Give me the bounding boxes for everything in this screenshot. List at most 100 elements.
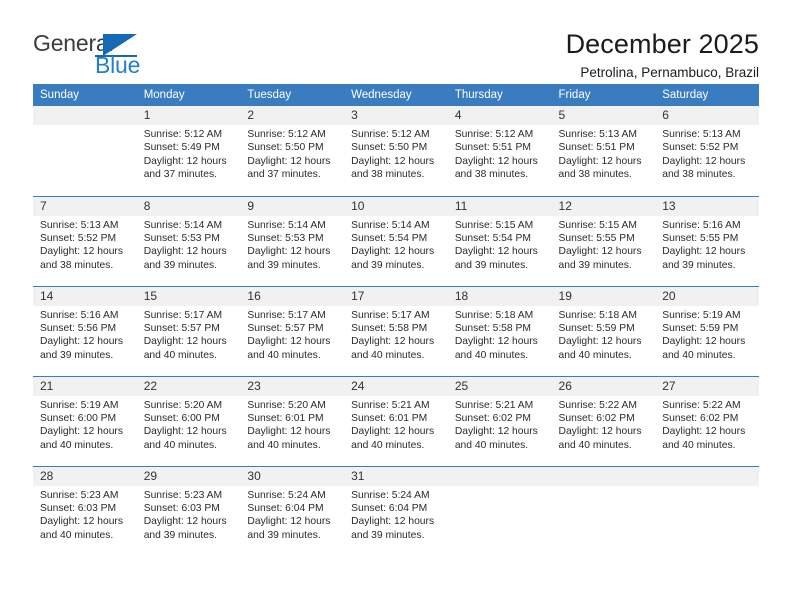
- calendar-day-cell[interactable]: 11 Sunrise: 5:15 AM Sunset: 5:54 PM Dayligh…: [447, 195, 552, 286]
- day-daylight-text: and 40 minutes.: [351, 439, 425, 451]
- calendar-day-cell[interactable]: 28 Sunrise: 5:23 AM Sunset: 6:03 PM Dayligh…: [33, 465, 137, 556]
- calendar-day-cell-empty: [551, 465, 656, 556]
- day-number: 23: [240, 376, 345, 396]
- day-sun-info: Sunrise: 5:17 AM Sunset: 5:57 PM Daylight:…: [240, 306, 344, 363]
- day-sunrise-text: Sunrise: 5:21 AM: [351, 399, 430, 411]
- calendar-day-cell[interactable]: 22 Sunrise: 5:20 AM Sunset: 6:00 PM Dayligh…: [136, 375, 241, 466]
- day-daylight-text: and 37 minutes.: [247, 169, 321, 181]
- day-daylight-text: and 39 minutes.: [351, 529, 425, 541]
- day-number: 7: [33, 196, 137, 216]
- day-number: 6: [655, 106, 759, 125]
- day-sun-info: Sunrise: 5:22 AM Sunset: 6:02 PM Daylight:…: [655, 396, 759, 453]
- day-number: 9: [240, 196, 345, 216]
- page-title: December 2025: [565, 29, 759, 59]
- day-sunrise-text: Sunrise: 5:15 AM: [558, 219, 637, 231]
- day-daylight-text: Daylight: 12 hours: [558, 246, 642, 258]
- day-sunrise-text: Sunrise: 5:12 AM: [351, 129, 430, 140]
- day-daylight-text: Daylight: 12 hours: [247, 426, 331, 438]
- day-sun-info: Sunrise: 5:18 AM Sunset: 5:58 PM Daylight:…: [448, 306, 552, 363]
- calendar-day-cell[interactable]: 14 Sunrise: 5:16 AM Sunset: 5:56 PM Dayligh…: [33, 285, 137, 376]
- day-number: 5: [551, 106, 656, 125]
- day-sunset-text: Sunset: 5:55 PM: [662, 232, 739, 244]
- day-number: 27: [655, 376, 759, 396]
- calendar-day-cell[interactable]: 23 Sunrise: 5:20 AM Sunset: 6:01 PM Dayligh…: [240, 375, 345, 466]
- day-sunset-text: Sunset: 6:02 PM: [558, 412, 635, 424]
- day-sunrise-text: Sunrise: 5:12 AM: [454, 129, 534, 140]
- day-number: 18: [447, 286, 552, 306]
- calendar-day-cell[interactable]: 9 Sunrise: 5:14 AM Sunset: 5:53 PM Daylight…: [240, 195, 345, 286]
- day-sun-info: Sunrise: 5:22 AM Sunset: 6:02 PM Daylight:…: [552, 396, 656, 453]
- day-sun-info: Sunrise: 5:16 AM Sunset: 5:56 PM Daylight:…: [33, 306, 137, 363]
- day-daylight-text: Daylight: 12 hours: [454, 246, 538, 258]
- day-sunrise-text: Sunrise: 5:23 AM: [143, 489, 223, 501]
- day-number: 20: [655, 286, 759, 306]
- day-sunset-text: Sunset: 6:04 PM: [351, 502, 428, 514]
- day-daylight-text: and 39 minutes.: [247, 529, 321, 541]
- day-sunrise-text: Sunrise: 5:18 AM: [454, 309, 534, 321]
- calendar-day-cell[interactable]: 26 Sunrise: 5:22 AM Sunset: 6:02 PM Dayligh…: [551, 375, 656, 466]
- calendar-day-cell[interactable]: 13 Sunrise: 5:16 AM Sunset: 5:55 PM Dayligh…: [655, 195, 759, 286]
- day-daylight-text: Daylight: 12 hours: [454, 336, 538, 348]
- day-sun-info: Sunrise: 5:23 AM Sunset: 6:03 PM Daylight:…: [33, 486, 137, 543]
- calendar-day-cell[interactable]: 4 Sunrise: 5:12 AM Sunset: 5:51 PM Daylight…: [447, 106, 552, 196]
- calendar-day-cell[interactable]: 5 Sunrise: 5:13 AM Sunset: 5:51 PM Daylight…: [551, 106, 656, 196]
- title-block: December 2025 Petrolina, Pernambuco, Bra…: [566, 28, 759, 84]
- day-sunrise-text: Sunrise: 5:22 AM: [662, 399, 741, 411]
- calendar-day-cell[interactable]: 3 Sunrise: 5:12 AM Sunset: 5:50 PM Daylight…: [344, 106, 448, 196]
- day-sunrise-text: Sunrise: 5:20 AM: [247, 399, 326, 411]
- calendar-day-cell[interactable]: 1 Sunrise: 5:12 AM Sunset: 5:49 PM Daylight…: [136, 106, 241, 196]
- day-sunrise-text: Sunrise: 5:16 AM: [662, 219, 741, 231]
- calendar-day-cell[interactable]: 2 Sunrise: 5:12 AM Sunset: 5:50 PM Daylight…: [240, 106, 345, 196]
- day-sunrise-text: Sunrise: 5:24 AM: [351, 489, 430, 501]
- calendar-day-cell[interactable]: 17 Sunrise: 5:17 AM Sunset: 5:58 PM Dayligh…: [344, 285, 448, 376]
- calendar-day-cell[interactable]: 19 Sunrise: 5:18 AM Sunset: 5:59 PM Dayligh…: [551, 285, 656, 376]
- calendar-day-cell[interactable]: 30 Sunrise: 5:24 AM Sunset: 6:04 PM Dayligh…: [240, 465, 345, 556]
- day-daylight-text: Daylight: 12 hours: [247, 155, 331, 167]
- day-sun-info: Sunrise: 5:13 AM Sunset: 5:51 PM Daylight:…: [552, 125, 656, 182]
- calendar-day-cell-empty: [33, 106, 137, 196]
- day-number: 1: [136, 106, 241, 125]
- day-sunset-text: Sunset: 5:51 PM: [558, 142, 635, 154]
- calendar-day-cell[interactable]: 10 Sunrise: 5:14 AM Sunset: 5:54 PM Dayligh…: [344, 195, 448, 286]
- day-sunset-text: Sunset: 6:01 PM: [351, 412, 428, 424]
- calendar-day-cell[interactable]: 20 Sunrise: 5:19 AM Sunset: 5:59 PM Dayligh…: [655, 285, 759, 376]
- calendar-day-cell[interactable]: 27 Sunrise: 5:22 AM Sunset: 6:02 PM Dayligh…: [655, 375, 759, 466]
- calendar-day-cell[interactable]: 31 Sunrise: 5:24 AM Sunset: 6:04 PM Dayligh…: [344, 465, 448, 556]
- day-sun-info: Sunrise: 5:12 AM Sunset: 5:49 PM Daylight:…: [137, 125, 241, 182]
- day-sun-info: Sunrise: 5:21 AM Sunset: 6:02 PM Daylight:…: [448, 396, 552, 453]
- calendar-day-cell[interactable]: 7 Sunrise: 5:13 AM Sunset: 5:52 PM Daylight…: [33, 195, 137, 286]
- day-sunset-text: Sunset: 5:53 PM: [247, 232, 324, 244]
- calendar-day-cell[interactable]: 21 Sunrise: 5:19 AM Sunset: 6:00 PM Dayligh…: [33, 375, 137, 466]
- day-daylight-text: Daylight: 12 hours: [558, 155, 642, 167]
- day-daylight-text: and 40 minutes.: [662, 349, 736, 361]
- day-number: 15: [136, 286, 241, 306]
- day-sun-info: Sunrise: 5:23 AM Sunset: 6:03 PM Daylight:…: [137, 486, 241, 543]
- day-sunrise-text: Sunrise: 5:12 AM: [143, 129, 223, 140]
- calendar-day-cell[interactable]: 6 Sunrise: 5:13 AM Sunset: 5:52 PM Daylight…: [655, 106, 759, 196]
- calendar-day-cell[interactable]: 16 Sunrise: 5:17 AM Sunset: 5:57 PM Dayligh…: [240, 285, 345, 376]
- day-sun-info: Sunrise: 5:12 AM Sunset: 5:50 PM Daylight:…: [240, 125, 344, 182]
- day-number: [447, 466, 552, 486]
- calendar-day-cell[interactable]: 18 Sunrise: 5:18 AM Sunset: 5:58 PM Dayligh…: [447, 285, 552, 376]
- calendar-day-cell[interactable]: 24 Sunrise: 5:21 AM Sunset: 6:01 PM Dayligh…: [344, 375, 448, 466]
- day-daylight-text: Daylight: 12 hours: [454, 426, 538, 438]
- day-daylight-text: Daylight: 12 hours: [351, 246, 435, 258]
- day-sunset-text: Sunset: 5:49 PM: [143, 142, 220, 154]
- calendar-day-cell[interactable]: 8 Sunrise: 5:14 AM Sunset: 5:53 PM Daylight…: [136, 195, 241, 286]
- general-blue-logo[interactable]: General Blue: [33, 28, 148, 78]
- day-number: [551, 466, 656, 486]
- day-daylight-text: Daylight: 12 hours: [351, 155, 435, 167]
- day-sunset-text: Sunset: 5:50 PM: [351, 142, 428, 154]
- day-sunrise-text: Sunrise: 5:13 AM: [558, 129, 637, 140]
- calendar-day-cell[interactable]: 12 Sunrise: 5:15 AM Sunset: 5:55 PM Dayligh…: [551, 195, 656, 286]
- day-number: 11: [447, 196, 552, 216]
- day-sunset-text: Sunset: 5:52 PM: [662, 142, 739, 154]
- day-daylight-text: and 40 minutes.: [247, 439, 321, 451]
- calendar-day-cell[interactable]: 29 Sunrise: 5:23 AM Sunset: 6:03 PM Dayligh…: [136, 465, 241, 556]
- day-number: 29: [136, 466, 241, 486]
- calendar-day-cell[interactable]: 15 Sunrise: 5:17 AM Sunset: 5:57 PM Dayligh…: [136, 285, 241, 376]
- calendar-day-cell[interactable]: 25 Sunrise: 5:21 AM Sunset: 6:02 PM Dayligh…: [447, 375, 552, 466]
- day-sunset-text: Sunset: 5:54 PM: [454, 232, 531, 244]
- day-sunset-text: Sunset: 5:55 PM: [558, 232, 635, 244]
- day-daylight-text: and 38 minutes.: [454, 169, 529, 181]
